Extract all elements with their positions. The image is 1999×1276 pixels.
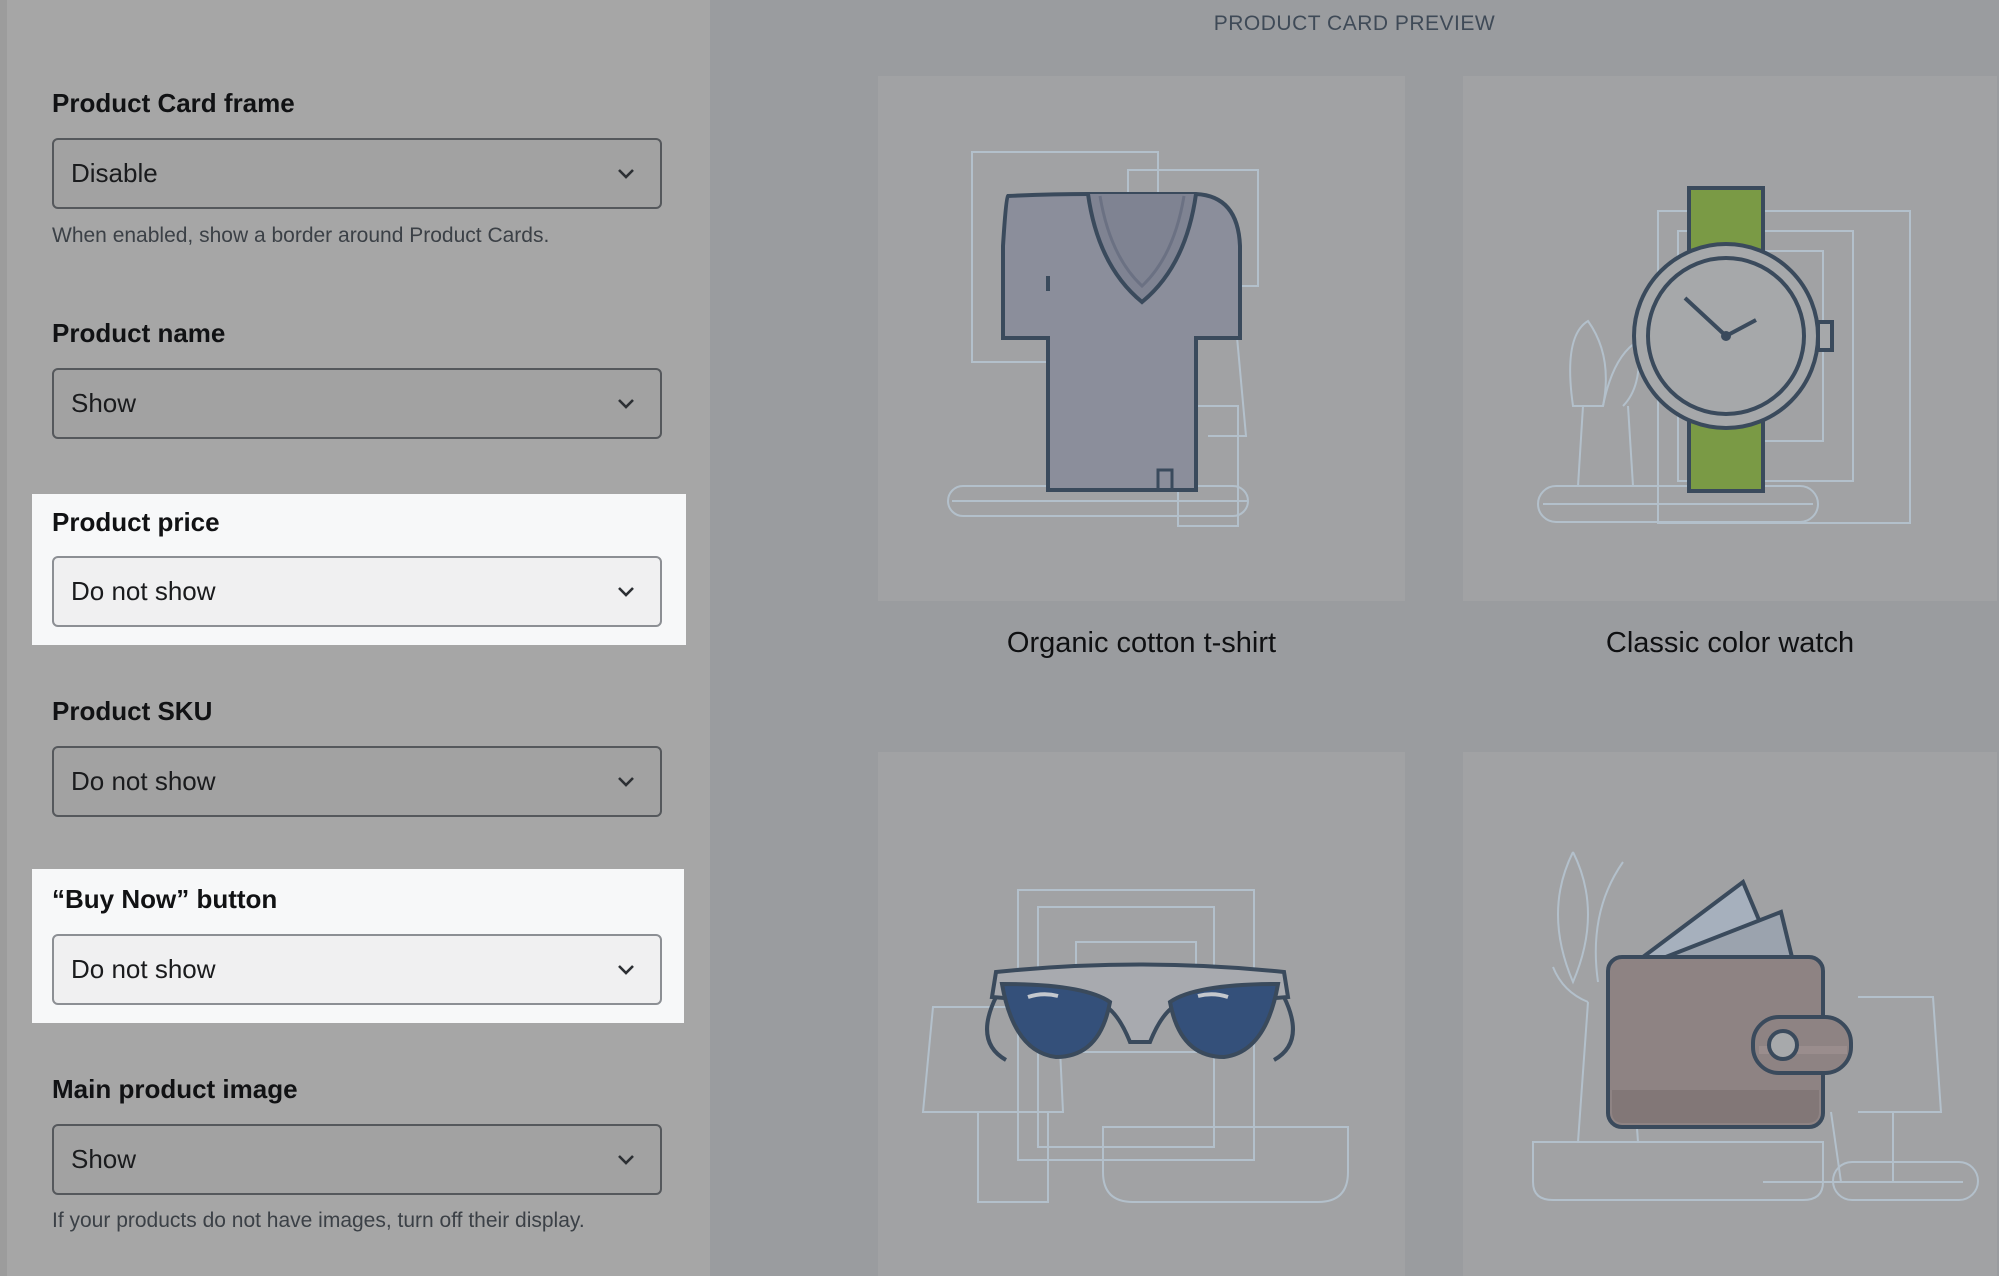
product-card-name: Classic color watch xyxy=(1605,627,1855,659)
watch-icon xyxy=(1537,186,1911,524)
product-price-label: Product price xyxy=(52,507,220,537)
main-product-image-hint: If your products do not have images, tur… xyxy=(52,1209,585,1232)
buy-now-label: “Buy Now” button xyxy=(52,884,278,914)
product-card-frame-label: Product Card frame xyxy=(52,88,295,118)
select-value: Show xyxy=(71,388,137,418)
select-value: Do not show xyxy=(71,954,216,984)
preview-title: PRODUCT CARD PREVIEW xyxy=(1213,12,1496,35)
select-value: Do not show xyxy=(71,576,216,606)
sunglasses-icon xyxy=(921,889,1349,1203)
select-value: Do not show xyxy=(71,766,216,796)
settings-panel: Product Card frame Disable When enabled,… xyxy=(0,0,710,1276)
product-card-name: Organic cotton t-shirt xyxy=(1006,627,1277,659)
chevron-down-icon xyxy=(618,1155,634,1165)
product-name-select[interactable]: Show xyxy=(52,368,662,439)
wallet-icon xyxy=(1532,851,1979,1201)
product-price-highlight: Product price Do not show xyxy=(32,494,686,645)
product-card-preview: PRODUCT CARD PREVIEW Organic cotton t-sh… xyxy=(710,0,1999,1276)
tshirt-icon xyxy=(947,151,1259,527)
product-price-select[interactable]: Do not show xyxy=(52,556,662,627)
product-card-image xyxy=(1463,76,1997,601)
chevron-down-icon xyxy=(618,587,634,597)
select-value: Disable xyxy=(71,158,158,188)
product-sku-select[interactable]: Do not show xyxy=(52,746,662,817)
product-sku-label: Product SKU xyxy=(52,696,213,726)
product-card-frame-hint: When enabled, show a border around Produ… xyxy=(52,224,550,247)
product-name-label: Product name xyxy=(52,318,226,348)
chevron-down-icon xyxy=(618,399,634,409)
select-value: Show xyxy=(71,1144,137,1174)
buy-now-select[interactable]: Do not show xyxy=(52,934,662,1005)
product-card-frame-select[interactable]: Disable xyxy=(52,138,662,209)
panel-edge xyxy=(0,0,7,1276)
product-card-image xyxy=(878,752,1405,1276)
main-product-image-label: Main product image xyxy=(52,1074,298,1104)
chevron-down-icon xyxy=(618,965,634,975)
main-product-image-select[interactable]: Show xyxy=(52,1124,662,1195)
product-card-image xyxy=(878,76,1405,601)
buy-now-highlight: “Buy Now” button Do not show xyxy=(32,869,684,1023)
product-card-image xyxy=(1463,752,1997,1276)
chevron-down-icon xyxy=(618,169,634,179)
chevron-down-icon xyxy=(618,777,634,787)
